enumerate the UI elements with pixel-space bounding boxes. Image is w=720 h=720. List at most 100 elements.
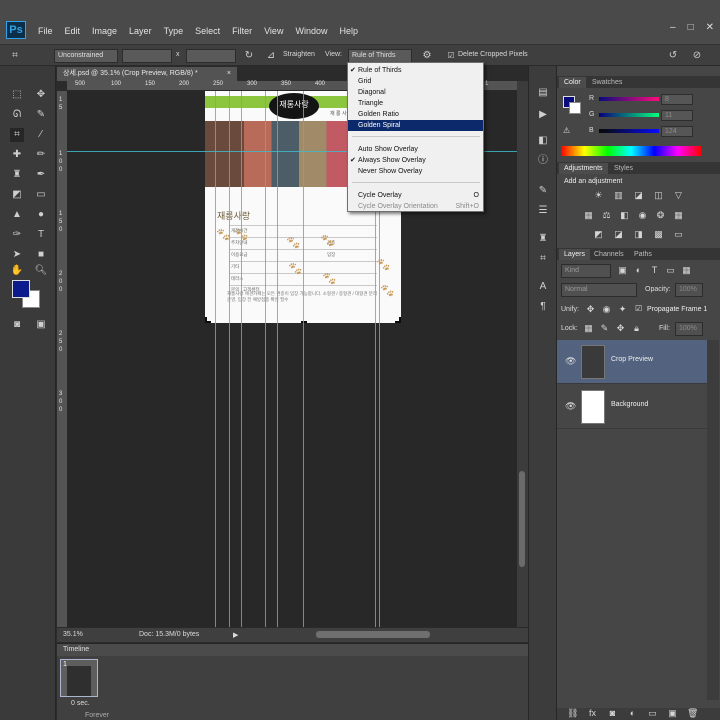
actions-icon[interactable]: ▶ bbox=[536, 108, 550, 122]
gradient-map-icon[interactable]: ▭ bbox=[673, 229, 684, 240]
cancel-icon[interactable]: ⊘ bbox=[690, 49, 704, 63]
lock-position-icon[interactable]: ✥ bbox=[615, 323, 626, 334]
quick-mask-icon[interactable]: ◙ bbox=[10, 318, 24, 332]
delete-cropped-label[interactable]: Delete Cropped Pixels bbox=[458, 51, 528, 58]
selective-color-icon[interactable]: ▩ bbox=[653, 229, 664, 240]
zoom-icon[interactable]: 🔍︎ bbox=[34, 264, 48, 278]
paragraph-icon[interactable]: ¶ bbox=[536, 300, 550, 314]
menu-help[interactable]: Help bbox=[339, 26, 358, 36]
layers-scrollbar[interactable] bbox=[707, 340, 719, 700]
menu-item-golden-ratio[interactable]: Golden Ratio bbox=[348, 109, 483, 120]
lock-pixels-icon[interactable]: ✎ bbox=[599, 323, 610, 334]
photo-filter-icon[interactable]: ◉ bbox=[637, 210, 648, 221]
vertical-scrollbar[interactable] bbox=[517, 81, 528, 627]
add-mask-icon[interactable]: ◙ bbox=[607, 708, 618, 719]
shape-icon[interactable]: ■ bbox=[34, 248, 48, 262]
tab-styles[interactable]: Styles bbox=[609, 163, 638, 174]
filter-type-icon[interactable]: T bbox=[649, 265, 660, 276]
tab-adjustments[interactable]: Adjustments bbox=[559, 163, 608, 174]
timeline-frame[interactable]: 1 bbox=[60, 659, 98, 697]
invert-icon[interactable]: ◩ bbox=[593, 229, 604, 240]
history-brush-icon[interactable]: ✒ bbox=[34, 168, 48, 182]
menu-item-auto-show[interactable]: Auto Show Overlay bbox=[348, 144, 483, 155]
filter-shape-icon[interactable]: ▭ bbox=[665, 265, 676, 276]
r-value[interactable]: 8 bbox=[661, 94, 693, 105]
visibility-eye-icon[interactable]: 👁︎ bbox=[565, 356, 576, 367]
lock-transparent-icon[interactable]: ▦ bbox=[583, 323, 594, 334]
curves-icon[interactable]: ◪ bbox=[633, 190, 644, 201]
menu-item-grid[interactable]: Grid bbox=[348, 76, 483, 87]
zoom-level[interactable]: 35.1% bbox=[63, 631, 83, 638]
crop-tool-preset-icon[interactable]: ⌗ bbox=[8, 49, 22, 63]
eraser-icon[interactable]: ◩ bbox=[10, 188, 24, 202]
layer-name[interactable]: Background bbox=[611, 401, 648, 408]
tab-channels[interactable]: Channels bbox=[589, 249, 629, 260]
bw-icon[interactable]: ◧ bbox=[619, 210, 630, 221]
hand-icon[interactable]: ✋ bbox=[10, 264, 24, 278]
menu-item-triangle[interactable]: Triangle bbox=[348, 98, 483, 109]
move-tool-icon[interactable]: ✥ bbox=[34, 88, 48, 102]
history-icon[interactable]: ▤ bbox=[536, 86, 550, 100]
horizontal-scroll-thumb[interactable] bbox=[316, 631, 430, 638]
loop-option[interactable]: Forever bbox=[85, 712, 109, 719]
marquee-tool-icon[interactable]: ⬚ bbox=[10, 88, 24, 102]
lookup-icon[interactable]: ▦ bbox=[673, 210, 684, 221]
crop-handle-bc[interactable] bbox=[301, 321, 307, 327]
g-slider[interactable] bbox=[599, 113, 659, 117]
fill-field[interactable]: 100% bbox=[675, 322, 703, 336]
straighten-label[interactable]: Straighten bbox=[283, 51, 315, 58]
menu-item-never-show[interactable]: Never Show Overlay bbox=[348, 166, 483, 177]
menu-item-cycle-overlay[interactable]: Cycle Overlay O bbox=[348, 190, 483, 201]
height-field[interactable] bbox=[186, 49, 236, 63]
menu-item-diagonal[interactable]: Diagonal bbox=[348, 87, 483, 98]
layer-filter-select[interactable]: Kind bbox=[561, 264, 611, 278]
brush-preset-icon[interactable]: ✎ bbox=[536, 184, 550, 198]
status-arrow-icon[interactable]: ▶ bbox=[233, 631, 238, 639]
color-bg-swatch[interactable] bbox=[569, 102, 581, 114]
menu-item-rule-of-thirds[interactable]: ✔ Rule of Thirds bbox=[348, 65, 483, 76]
tab-layers[interactable]: Layers bbox=[559, 249, 591, 260]
brightness-icon[interactable]: ☀ bbox=[593, 190, 604, 201]
gear-icon[interactable]: ⚙ bbox=[420, 49, 434, 63]
view-select[interactable]: Rule of Thirds bbox=[348, 49, 412, 63]
quick-select-icon[interactable]: ✎ bbox=[34, 108, 48, 122]
menu-select[interactable]: Select bbox=[195, 26, 220, 36]
lasso-tool-icon[interactable]: ᘏ bbox=[10, 108, 24, 122]
menu-file[interactable]: File bbox=[38, 26, 53, 36]
character-icon[interactable]: A bbox=[536, 280, 550, 294]
brush-icon[interactable]: ✏ bbox=[34, 148, 48, 162]
maximize-button[interactable]: □ bbox=[688, 22, 694, 33]
new-adjustment-icon[interactable]: ◐ bbox=[627, 708, 638, 719]
unify-style-icon[interactable]: ✦ bbox=[617, 304, 628, 315]
path-select-icon[interactable]: ➤ bbox=[10, 248, 24, 262]
reset-icon[interactable]: ↺ bbox=[666, 49, 680, 63]
lock-all-icon[interactable]: 🔒︎ bbox=[631, 323, 642, 334]
layer-name[interactable]: Crop Preview bbox=[611, 356, 653, 363]
close-tab-icon[interactable]: × bbox=[227, 67, 231, 81]
screen-mode-icon[interactable]: ▣ bbox=[34, 318, 48, 332]
stamp-icon[interactable]: ♜ bbox=[10, 168, 24, 182]
tool-presets-icon[interactable]: ⌗ bbox=[536, 252, 550, 266]
info-icon[interactable]: ⓘ bbox=[536, 154, 550, 168]
menu-type[interactable]: Type bbox=[164, 26, 184, 36]
ratio-select[interactable]: Unconstrained bbox=[54, 49, 118, 63]
eyedropper-icon[interactable]: ⁄ bbox=[34, 128, 48, 142]
propagate-label[interactable]: Propagate Frame 1 bbox=[647, 306, 707, 313]
vibrance-icon[interactable]: ▽ bbox=[673, 190, 684, 201]
balance-icon[interactable]: ⚖ bbox=[601, 210, 612, 221]
link-layers-icon[interactable]: ⛓ bbox=[567, 708, 578, 719]
menu-item-always-show[interactable]: ✔ Always Show Overlay bbox=[348, 155, 483, 166]
new-group-icon[interactable]: ▭ bbox=[647, 708, 658, 719]
menu-layer[interactable]: Layer bbox=[129, 26, 152, 36]
layer-style-icon[interactable]: fx bbox=[587, 708, 598, 719]
opacity-field[interactable]: 100% bbox=[675, 283, 703, 297]
visibility-eye-icon[interactable]: 👁︎ bbox=[565, 401, 576, 412]
layer-row[interactable]: 👁︎ Background bbox=[557, 385, 707, 429]
blur-icon[interactable]: ▲ bbox=[10, 208, 24, 222]
new-layer-icon[interactable]: ▣ bbox=[667, 708, 678, 719]
clone-source-icon[interactable]: ♜ bbox=[536, 232, 550, 246]
pen-icon[interactable]: ✑ bbox=[10, 228, 24, 242]
menu-view[interactable]: View bbox=[264, 26, 283, 36]
clear-icon[interactable]: ↻ bbox=[242, 49, 256, 63]
healing-icon[interactable]: ✚ bbox=[10, 148, 24, 162]
